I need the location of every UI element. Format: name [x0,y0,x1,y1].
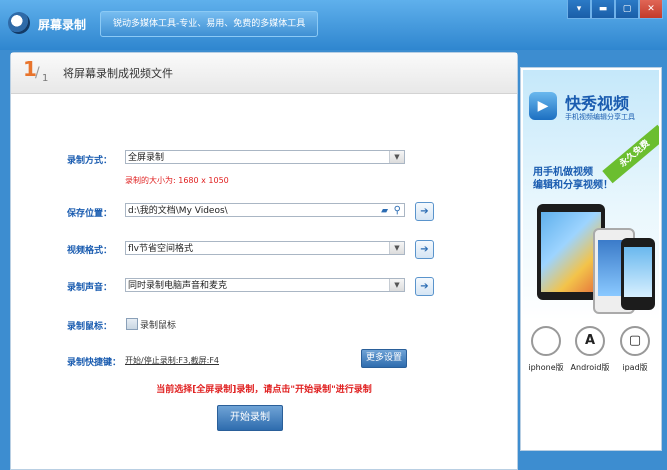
record-mouse-label: 录制鼠标： [67,322,113,332]
folder-icon[interactable]: ▰ [381,204,388,218]
chevron-down-icon[interactable]: ▼ [389,151,404,163]
app-title: 屏幕录制 [38,18,87,32]
maximize-button[interactable]: ▢ [615,0,639,19]
hotkey-link[interactable]: 开始/停止录制:F3,截屏:F4 [125,355,219,366]
close-button[interactable]: ✕ [639,0,663,19]
record-audio-label: 录制声音： [67,283,113,293]
promo-slogan-line2: 编辑和分享视频！ [533,180,613,191]
android-icon: A [575,326,605,356]
record-audio-value: 同时录制电脑声音和麦克 [128,281,228,291]
more-settings-button[interactable]: 更多设置 [361,349,407,368]
warning-message: 当前选择[全屏录制]录制，请点击"开始录制"进行录制 [156,385,372,395]
save-location-value: d:\我的文档\My Videos\ [128,206,228,216]
chevron-down-icon[interactable]: ▼ [389,279,404,291]
platform-android[interactable]: A Android版 [568,326,612,373]
record-size-note: 录制的大小为: 1680 x 1050 [125,176,229,185]
platform-label: ipad版 [622,363,648,372]
save-location-label: 保存位置： [67,209,113,219]
promo-slogan-line1: 用手机做视频 [533,167,593,178]
step-total: 1 [42,73,49,84]
main-panel: 1 / 1 将屏幕录制成视频文件 录制方式： 全屏录制 ▼ 录制的大小为: 16… [10,52,518,470]
promo-subtitle: 手机视频编辑分享工具 [565,113,635,121]
save-location-input[interactable]: d:\我的文档\My Videos\ ▰ ⚲ [125,203,405,217]
platform-iphone[interactable]: iphone版 [524,326,568,373]
record-mode-label: 录制方式： [67,156,113,166]
promo-panel: ▶ 快秀视频 手机视频编辑分享工具 永久免费 用手机做视频 编辑和分享视频！ i… [520,67,662,451]
video-format-select[interactable]: flv节省空间格式 ▼ [125,241,405,255]
phone-image-dark [621,238,655,310]
start-record-button[interactable]: 开始录制 [217,405,283,431]
arrow-right-icon: ➔ [420,206,429,217]
app-logo-icon [8,12,30,34]
video-format-value: flv节省空间格式 [128,244,193,254]
record-mouse-checkbox[interactable] [126,318,138,330]
hotkey-label: 录制快捷键： [67,358,122,368]
audio-settings-button[interactable]: ➔ [415,277,434,296]
apple-icon [531,326,561,356]
slogan-banner: 锐动多媒体工具-专业、易用、免费的多媒体工具 [100,11,319,37]
record-mode-value: 全屏录制 [128,153,165,163]
platform-label: iphone版 [528,363,564,372]
step-header: 1 / 1 将屏幕录制成视频文件 [11,53,517,94]
minimize-button[interactable]: ▬ [591,0,615,19]
chevron-down-icon[interactable]: ▼ [389,242,404,254]
record-mode-select[interactable]: 全屏录制 ▼ [125,150,405,164]
platform-label: Android版 [570,363,610,372]
title-bar: 屏幕录制 锐动多媒体工具-专业、易用、免费的多媒体工具 ▾ ▬ ▢ ✕ [0,0,667,50]
window-controls: ▾ ▬ ▢ ✕ [567,0,663,19]
open-folder-button[interactable]: ➔ [415,202,434,221]
arrow-right-icon: ➔ [420,244,429,255]
step-slash: / [35,65,40,81]
search-icon[interactable]: ⚲ [394,204,401,218]
video-camera-icon: ▶ [529,92,557,120]
page-title: 将屏幕录制成视频文件 [63,67,173,80]
platform-ipad[interactable]: ▢ ipad版 [613,326,657,373]
promo-banner[interactable]: ▶ 快秀视频 手机视频编辑分享工具 永久免费 用手机做视频 编辑和分享视频！ [523,70,659,320]
ipad-icon: ▢ [620,326,650,356]
promo-brand: 快秀视频 [565,94,630,113]
menu-button[interactable]: ▾ [567,0,591,19]
video-format-label: 视频格式： [67,246,113,256]
arrow-right-icon: ➔ [420,281,429,292]
record-audio-select[interactable]: 同时录制电脑声音和麦克 ▼ [125,278,405,292]
record-mouse-checkbox-label[interactable]: 录制鼠标 [140,318,176,331]
promo-slogan: 用手机做视频 编辑和分享视频！ [533,166,613,192]
video-format-settings-button[interactable]: ➔ [415,240,434,259]
